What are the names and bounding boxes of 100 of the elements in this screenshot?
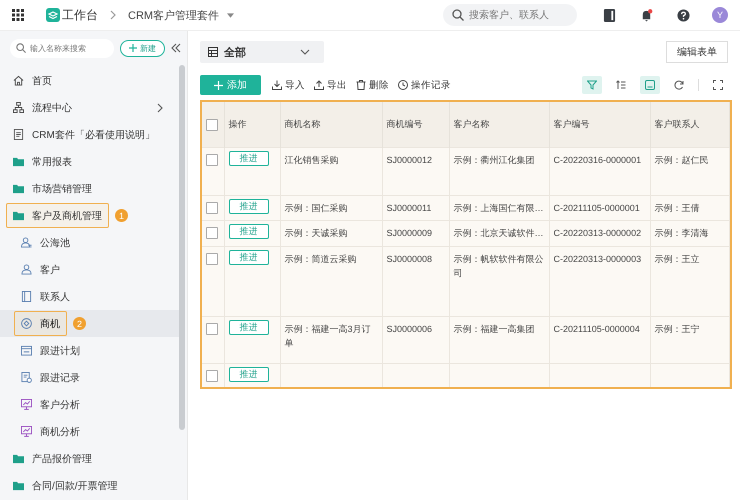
column-header[interactable]: 商机编号 — [382, 102, 449, 148]
download-icon — [272, 80, 282, 90]
row-checkbox[interactable] — [206, 202, 218, 214]
toolbar-action[interactable]: 删除 — [356, 78, 389, 92]
home-icon — [13, 75, 24, 86]
folder-icon — [13, 183, 24, 194]
nav-item[interactable]: 合同/回款/开票管理 — [6, 473, 125, 498]
chevron-down-icon — [300, 49, 310, 55]
column-header[interactable]: 客户联系人 — [650, 102, 730, 148]
calendar-icon — [21, 345, 32, 356]
nav-item[interactable]: CRM套件「必看使用说明」 — [6, 122, 162, 147]
row-checkbox[interactable] — [206, 322, 218, 335]
fullscreen-icon — [713, 80, 723, 90]
monitor-chart-icon — [21, 426, 32, 437]
filter-tool[interactable] — [582, 76, 602, 94]
apps-grid-icon[interactable] — [12, 9, 24, 21]
nav-label: 客户及商机管理 — [32, 210, 102, 222]
column-header[interactable]: 商机名称 — [280, 102, 382, 148]
row-checkbox[interactable] — [206, 227, 218, 240]
nav-item[interactable]: 客户 — [14, 257, 67, 282]
nav-item[interactable]: 跟进计划 — [14, 338, 87, 363]
person-icon — [21, 264, 32, 275]
scrollbar[interactable] — [179, 65, 185, 430]
view-selector[interactable]: 全部 — [200, 41, 324, 63]
table-cell: C-20220316-0000001 — [549, 148, 650, 196]
nav-item[interactable]: 客户分析 — [14, 392, 87, 417]
nav-item[interactable]: 商机分析 — [14, 419, 87, 444]
table-cell: C-20211105-0000001 — [549, 196, 650, 221]
nav-item[interactable]: 流程中心 — [6, 95, 79, 120]
nav-label: 首页 — [32, 74, 52, 88]
table-cell: 示例：王立 — [650, 246, 730, 316]
nav-item[interactable]: 产品报价管理 — [6, 446, 99, 471]
folder-icon — [13, 210, 24, 221]
bell-icon[interactable] — [640, 8, 653, 22]
toolbar-action[interactable]: 操作记录 — [398, 78, 451, 92]
nav-label: 产品报价管理 — [32, 452, 92, 466]
annotation-badge: 2 — [73, 317, 86, 330]
table-cell: 示例：王宁 — [650, 316, 730, 364]
help-icon[interactable] — [677, 8, 690, 22]
clock-icon — [398, 80, 408, 90]
sort-icon — [616, 80, 626, 90]
table-cell: C-20220313-0000002 — [549, 220, 650, 246]
flowchart-icon — [13, 102, 24, 113]
card-tool[interactable] — [640, 76, 660, 94]
search-icon — [16, 43, 26, 53]
book-icon[interactable] — [603, 8, 616, 22]
nav-label: 跟进记录 — [40, 372, 80, 384]
workspace-link[interactable]: 工作台 — [62, 6, 98, 24]
row-checkbox[interactable] — [206, 252, 218, 265]
column-header[interactable]: 客户名称 — [449, 102, 549, 148]
nav-item[interactable]: 商机 — [14, 311, 67, 336]
nav-label: 跟进计划 — [40, 344, 80, 358]
table-cell: SJ0000008 — [382, 246, 449, 316]
global-search-field[interactable]: 搜索客户、联系人 — [443, 4, 577, 26]
row-checkbox[interactable] — [206, 370, 218, 382]
table-cell: 示例：国仁采购 — [280, 196, 382, 221]
toolbar-action[interactable]: 导入 — [272, 78, 305, 92]
folder-icon — [13, 480, 24, 491]
row-checkbox[interactable] — [206, 154, 218, 166]
nav-item[interactable]: 联系人 — [14, 284, 77, 309]
table-cell: 示例：福建一高集团 — [449, 316, 549, 364]
search-icon — [452, 9, 464, 21]
table-cell: 示例：王倩 — [650, 196, 730, 221]
column-header[interactable]: 操作 — [224, 102, 280, 148]
nav-item[interactable]: 公海池 — [14, 230, 77, 255]
collapse-icon[interactable] — [171, 43, 181, 53]
table-cell: 示例：赵仁民 — [650, 148, 730, 196]
table-cell: 示例：北京天诚软件… — [449, 220, 549, 246]
monitor-chart-icon — [21, 399, 32, 410]
trash-icon — [356, 80, 366, 90]
table-cell: 示例：简道云采购 — [280, 246, 382, 316]
annotation-badge: 1 — [115, 209, 128, 222]
chevron-right-icon — [110, 10, 116, 20]
chevron-right-icon[interactable] — [157, 102, 163, 112]
sidebar-search-field[interactable]: 输入名称来搜索 — [10, 38, 114, 58]
table-cell: 示例：上海国仁有限… — [449, 196, 549, 221]
nav-item[interactable]: 跟进记录 — [14, 365, 87, 390]
filter-icon — [587, 80, 597, 90]
dropdown-caret-icon[interactable] — [227, 12, 234, 18]
nav-label: CRM套件「必看使用说明」 — [32, 128, 155, 142]
toolbar-action[interactable]: 导出 — [314, 78, 347, 92]
nav-item[interactable]: 常用报表 — [6, 149, 79, 174]
table-cell: C-20211105-0000004 — [549, 316, 650, 364]
nav-label: 合同/回款/开票管理 — [32, 480, 118, 492]
nav-label: 客户 — [40, 264, 60, 276]
select-all-checkbox[interactable] — [206, 118, 218, 130]
table-cell: 示例：帆软软件有限公司 — [449, 246, 549, 316]
column-header[interactable]: 客户编号 — [549, 102, 650, 148]
table-cell: SJ0000011 — [382, 196, 449, 221]
edit-form-button[interactable]: 编辑表单 — [666, 41, 728, 63]
nav-label: 公海池 — [40, 236, 70, 250]
suite-title[interactable]: CRM客户管理套件 — [128, 8, 220, 22]
table-icon — [208, 47, 218, 57]
nav-item[interactable]: 首页 — [6, 68, 59, 93]
nav-item[interactable]: 客户及商机管理 — [6, 203, 109, 228]
nav-item[interactable]: 市场营销管理 — [6, 176, 99, 201]
record-icon — [21, 372, 32, 383]
table-cell: 示例：衢州江化集团 — [449, 148, 549, 196]
folder-icon — [13, 156, 24, 167]
table-cell: SJ0000006 — [382, 316, 449, 364]
